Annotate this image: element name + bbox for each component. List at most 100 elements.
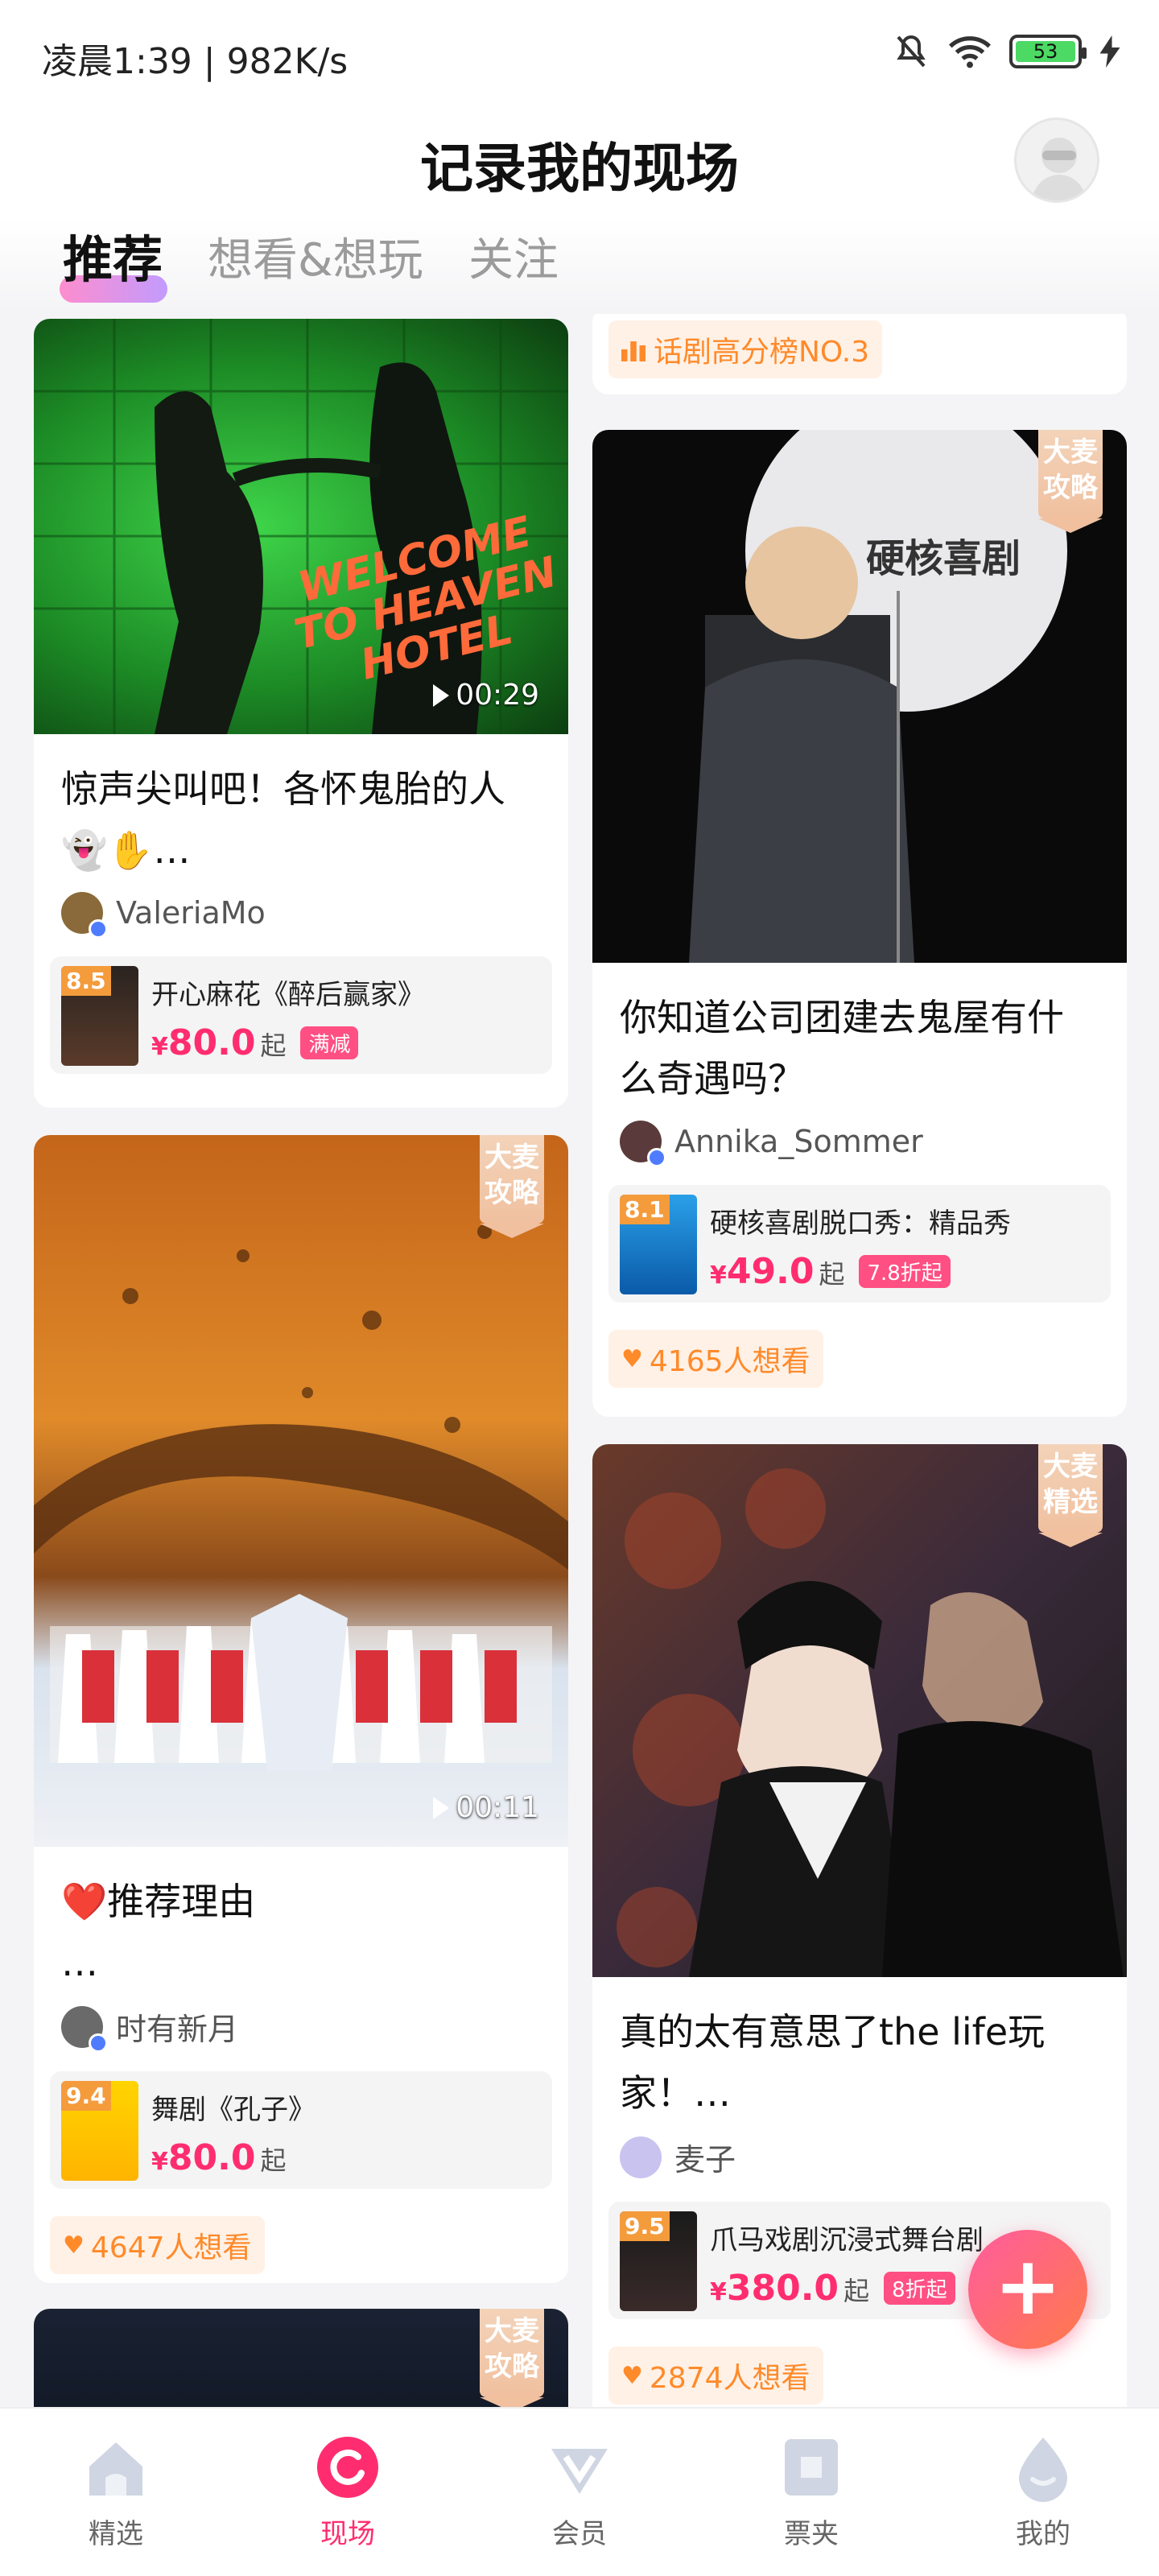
feed-card[interactable]: WELCOME TO HEAVEN HOTEL 00:29 惊声尖叫吧！各怀鬼胎… (34, 319, 568, 1108)
want-count: ♥ 2874人想看 (608, 2347, 823, 2405)
vip-icon (545, 2433, 614, 2502)
author[interactable]: 时有新月 (61, 2004, 541, 2053)
status-icons: 53 (892, 32, 1120, 71)
heart-icon: ♥ (63, 2231, 85, 2260)
author[interactable]: Annika_Sommer (620, 1121, 1099, 1167)
card-video-thumb: 大麦攻略 (34, 2309, 568, 2407)
price-line: ¥380.0 起 8折起 (710, 2268, 955, 2309)
nav-item-profile[interactable]: 我的 (963, 2433, 1124, 2551)
product-poster: 9.5 (620, 2211, 697, 2311)
verified-icon (89, 2033, 108, 2053)
feed[interactable]: WELCOME TO HEAVEN HOTEL 00:29 惊声尖叫吧！各怀鬼胎… (0, 314, 1159, 2407)
product-card[interactable]: 8.1 硬核喜剧脱口秀：精品秀 ¥49.0 起 7.8折起 (608, 1185, 1111, 1302)
profile-icon (1008, 2433, 1078, 2502)
tab-follow[interactable]: 关注 (468, 224, 559, 289)
product-poster: 8.5 (61, 966, 138, 1066)
author-name: 麦子 (674, 2142, 736, 2178)
price-line: ¥49.0 起 7.8折起 (710, 1251, 951, 1292)
video-duration: 00:29 (433, 679, 539, 712)
tab-want[interactable]: 想看&想玩 (208, 224, 423, 289)
bar-chart-icon (621, 341, 645, 361)
author-avatar (620, 2136, 662, 2178)
author-avatar (61, 2005, 108, 2053)
product-name: 硬核喜剧脱口秀：精品秀 (710, 1208, 1011, 1240)
product-poster: 9.4 (61, 2081, 138, 2181)
tab-recommend[interactable]: 推荐 (63, 219, 163, 291)
video-duration: 00:11 (433, 1791, 539, 1824)
card-title: 真的太有意思了the life玩家！… (620, 2010, 1046, 2115)
score-badge: 9.5 (620, 2211, 670, 2241)
verified-icon (647, 1148, 666, 1167)
rank-label: 话剧高分榜NO.3 (654, 336, 870, 369)
nav-item-vip[interactable]: 会员 (499, 2433, 660, 2551)
product-card[interactable]: 8.5 开心麻花《醉后赢家》 ¥80.0 起 满减 (50, 956, 552, 1074)
author-name: 时有新月 (116, 2012, 239, 2047)
nav-label: 票夹 (784, 2518, 839, 2550)
wifi-icon (948, 36, 992, 68)
nav-item-featured[interactable]: 精选 (35, 2433, 196, 2551)
battery-level: 53 (1016, 41, 1075, 62)
charging-icon (1099, 35, 1120, 68)
want-count: ♥ 4165人想看 (608, 1330, 823, 1388)
score-badge: 9.4 (61, 2081, 111, 2111)
card-title: 你知道公司团建去鬼屋有什么奇遇吗？ (620, 996, 1064, 1100)
price: ¥49.0 (710, 1251, 815, 1292)
feed-card[interactable]: 大麦攻略 00:11 ❤️推荐理由 … 时有新月 9.4 舞剧《孔子》 ¥80.… (34, 1135, 568, 2283)
rank-tag[interactable]: 话剧高分榜NO.3 (608, 320, 883, 378)
header: 记录我的现场 (0, 105, 1159, 217)
mute-bell-icon (897, 35, 926, 68)
price-suffix: 起 (843, 2276, 870, 2306)
price-line: ¥80.0 起 满减 (151, 1022, 359, 1063)
badge-strategy: 大麦攻略 (1038, 430, 1103, 533)
verified-icon (89, 919, 108, 939)
status-bar: 凌晨1:39 | 982K/s 53 (0, 0, 1159, 105)
product-name: 爪马戏剧沉浸式舞台剧… (710, 2224, 1011, 2256)
ticket-icon (777, 2433, 846, 2502)
author[interactable]: 麦子 (620, 2135, 1099, 2179)
author-avatar (620, 1121, 666, 1167)
card-title: ❤️推荐理由 … (61, 1880, 256, 1984)
card-video-thumb: 大麦攻略 00:11 (34, 1135, 568, 1847)
product-name: 舞剧《孔子》 (151, 2094, 316, 2126)
price-suffix: 起 (260, 1030, 287, 1061)
status-time: 凌晨1:39 | 982K/s (42, 41, 349, 82)
author-avatar (61, 892, 108, 939)
product-name: 开心麻花《醉后赢家》 (151, 979, 425, 1011)
product-card[interactable]: 9.4 舞剧《孔子》 ¥80.0 起 (50, 2071, 552, 2189)
feed-card[interactable]: 话剧高分榜NO.3 (592, 314, 1127, 394)
author-name: Annika_Sommer (674, 1124, 923, 1159)
promo-tag: 8折起 (884, 2272, 955, 2305)
nav-label: 会员 (552, 2518, 607, 2550)
product-poster: 8.1 (620, 1195, 697, 1294)
overlay-text: 硬核喜剧 (866, 536, 1021, 581)
nav-label: 我的 (1016, 2518, 1070, 2550)
author[interactable]: ValeriaMo (61, 892, 541, 939)
heart-icon: ♥ (621, 1344, 643, 1373)
bottom-nav: 精选 现场 会员 票夹 我的 (0, 2407, 1159, 2576)
live-icon (313, 2433, 382, 2502)
create-post-button[interactable]: + (968, 2230, 1087, 2349)
price: ¥80.0 (151, 1022, 256, 1063)
duration-label: 00:29 (456, 679, 539, 712)
feed-tabs: 推荐 想看&想玩 关注 (0, 217, 1159, 314)
user-avatar[interactable] (1014, 118, 1099, 203)
feed-card[interactable]: 硬核喜剧 大麦攻略 你知道公司团建去鬼屋有什么奇遇吗？ Annika_Somme… (592, 430, 1127, 1417)
badge-strategy: 大麦攻略 (480, 1135, 544, 1238)
price: ¥80.0 (151, 2137, 256, 2178)
scene-illustration (34, 1224, 568, 1771)
play-icon (433, 683, 450, 707)
feed-card[interactable]: 大麦攻略 (34, 2309, 568, 2407)
promo-tag: 7.8折起 (859, 1255, 951, 1288)
badge-featured: 大麦精选 (1038, 1444, 1103, 1547)
want-count: ♥ 4647人想看 (50, 2216, 265, 2274)
author-name: ValeriaMo (116, 895, 266, 931)
price-suffix: 起 (260, 2145, 287, 2176)
battery-icon: 53 (1009, 35, 1087, 68)
heart-icon: ♥ (621, 2361, 643, 2390)
nav-item-live[interactable]: 现场 (267, 2433, 428, 2551)
card-image: 硬核喜剧 大麦攻略 (592, 430, 1127, 963)
home-icon (81, 2433, 151, 2502)
nav-item-tickets[interactable]: 票夹 (731, 2433, 892, 2551)
duration-label: 00:11 (456, 1791, 539, 1824)
score-badge: 8.5 (61, 966, 111, 996)
